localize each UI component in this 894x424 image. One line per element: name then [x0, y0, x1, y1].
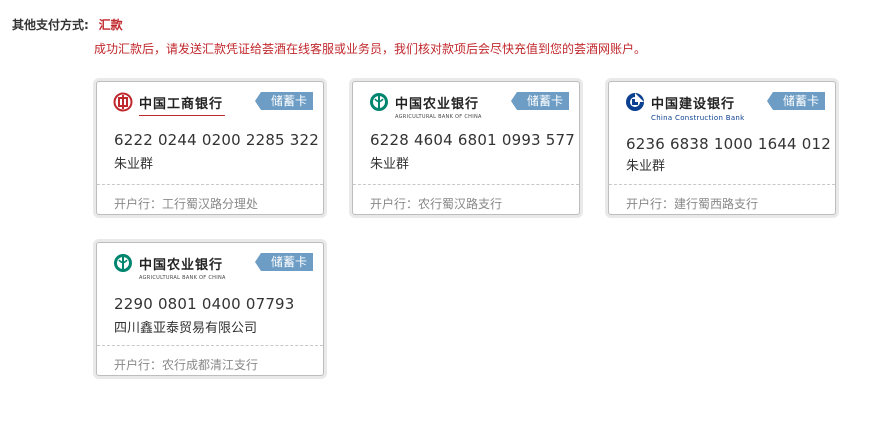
- card-number: 2290 0801 0400 07793: [114, 295, 295, 313]
- card-branch: 开户行：建行蜀西路支行: [626, 197, 759, 211]
- brand-underline: [139, 115, 225, 116]
- card-number: 6222 0244 0200 2285 322: [114, 131, 319, 149]
- card-type-badge: 储蓄卡: [510, 92, 569, 110]
- card-divider: [353, 184, 579, 185]
- abc-logo-icon: [113, 253, 133, 273]
- card-header: 中国农业银行 AGRICULTURAL BANK OF CHINA: [113, 253, 225, 281]
- card-holder: 朱业群: [626, 159, 666, 174]
- card-holder: 朱业群: [114, 157, 154, 172]
- payment-method-label: 其他支付方式:: [12, 18, 89, 32]
- bank-card-abc-company: 中国农业银行 AGRICULTURAL BANK OF CHINA 储蓄卡 22…: [96, 242, 324, 376]
- card-branch: 开户行：工行蜀汉路分理处: [114, 197, 259, 211]
- card-header: 中国农业银行 AGRICULTURAL BANK OF CHINA: [369, 92, 481, 120]
- bank-name: 中国农业银行: [395, 96, 480, 112]
- card-header: 中国工商银行: [113, 92, 223, 112]
- icbc-logo-icon: [113, 92, 133, 112]
- bank-name: 中国农业银行: [139, 257, 224, 273]
- bank-name: 中国建设银行: [651, 96, 736, 112]
- card-branch: 开户行：农行成都清江支行: [114, 358, 259, 372]
- bank-card-ccb: 中国建设银行 China Construction Bank 储蓄卡 6236 …: [608, 81, 836, 215]
- card-divider: [609, 184, 835, 185]
- card-header: 中国建设银行 China Construction Bank: [625, 92, 744, 122]
- bank-card-icbc: 中国工商银行 储蓄卡 6222 0244 0200 2285 322 朱业群 开…: [96, 81, 324, 215]
- bank-name: 中国工商银行: [139, 96, 224, 112]
- ccb-logo-icon: [625, 92, 645, 112]
- card-number: 6228 4604 6801 0993 577: [370, 131, 575, 149]
- remittance-notice: 成功汇款后，请发送汇款凭证给荟酒在线客服或业务员，我们核对款项后会尽快充值到您的…: [94, 42, 647, 56]
- card-branch: 开户行：农行蜀汉路支行: [370, 197, 503, 211]
- abc-logo-icon: [369, 92, 389, 112]
- card-holder: 朱业群: [370, 157, 410, 172]
- card-type-badge: 储蓄卡: [254, 253, 313, 271]
- card-divider: [97, 184, 323, 185]
- payment-method-row: 其他支付方式: 汇款: [12, 16, 123, 33]
- bank-english-name: China Construction Bank: [651, 114, 745, 122]
- card-holder: 四川鑫亚泰贸易有限公司: [114, 321, 258, 336]
- card-type-badge: 储蓄卡: [766, 92, 825, 110]
- payment-method-value: 汇款: [98, 18, 123, 32]
- bank-card-abc: 中国农业银行 AGRICULTURAL BANK OF CHINA 储蓄卡 62…: [352, 81, 580, 215]
- bank-english-name: AGRICULTURAL BANK OF CHINA: [139, 275, 226, 281]
- card-number: 6236 6838 1000 1644 012: [626, 135, 831, 153]
- card-divider: [97, 345, 323, 346]
- bank-english-name: AGRICULTURAL BANK OF CHINA: [395, 114, 482, 120]
- card-type-badge: 储蓄卡: [254, 92, 313, 110]
